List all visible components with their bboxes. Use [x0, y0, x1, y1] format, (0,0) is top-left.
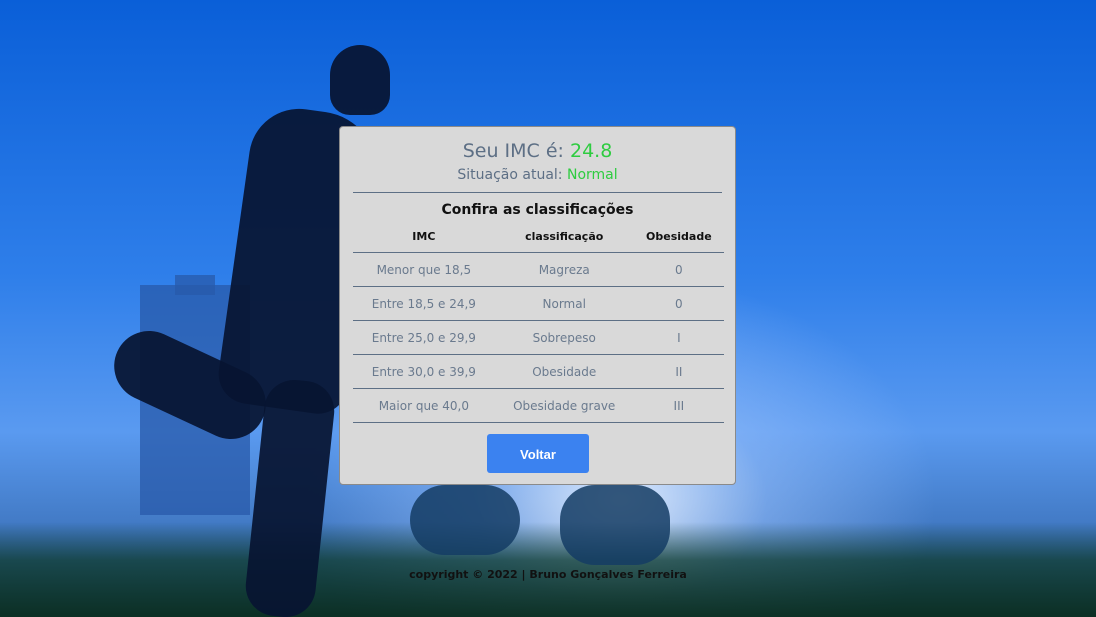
table-title: Confira as classificações: [441, 202, 634, 218]
imc-result-heading: Seu IMC é: 24.8: [340, 140, 735, 162]
cell-obesidade: 0: [633, 252, 724, 287]
runner-leg-3: [560, 485, 670, 565]
cell-imc: Entre 30,0 e 39,9: [353, 354, 495, 389]
cell-obesidade: I: [633, 320, 724, 355]
classification-table: IMC classificação Obesidade Menor que 18…: [353, 220, 724, 423]
table-row: Maior que 40,0 Obesidade grave III: [353, 388, 724, 423]
column-header-obesidade: Obesidade: [633, 220, 724, 253]
imc-label: Seu IMC é:: [462, 140, 564, 162]
table-row: Menor que 18,5 Magreza 0: [353, 252, 724, 287]
cell-classificacao: Sobrepeso: [494, 320, 634, 355]
background-building-top: [175, 275, 215, 295]
cell-imc: Maior que 40,0: [353, 388, 495, 423]
cell-classificacao: Magreza: [494, 252, 634, 287]
column-header-imc: IMC: [353, 220, 495, 253]
situation-value: Normal: [566, 167, 618, 183]
footer-copyright: copyright © 2022 | Bruno Gonçalves Ferre…: [409, 568, 687, 581]
table-row: Entre 30,0 e 39,9 Obesidade II: [353, 354, 724, 389]
table-header-row: IMC classificação Obesidade: [353, 220, 724, 253]
table-row: Entre 18,5 e 24,9 Normal 0: [353, 286, 724, 321]
imc-value: 24.8: [569, 140, 613, 162]
cell-obesidade: 0: [633, 286, 724, 321]
situation-line: Situação atual: Normal: [340, 167, 735, 183]
cell-classificacao: Obesidade grave: [494, 388, 634, 423]
cell-classificacao: Obesidade: [494, 354, 634, 389]
cell-imc: Menor que 18,5: [353, 252, 495, 287]
back-button[interactable]: Voltar: [487, 434, 589, 473]
column-header-classificacao: classificação: [494, 220, 634, 253]
cell-imc: Entre 18,5 e 24,9: [353, 286, 495, 321]
cell-classificacao: Normal: [494, 286, 634, 321]
runner-leg-2: [410, 485, 520, 555]
cell-obesidade: III: [633, 388, 724, 423]
runner-head: [330, 45, 390, 115]
divider: [353, 192, 722, 193]
table-row: Entre 25,0 e 29,9 Sobrepeso I: [353, 320, 724, 355]
cell-obesidade: II: [633, 354, 724, 389]
situation-label: Situação atual:: [457, 167, 563, 183]
cell-imc: Entre 25,0 e 29,9: [353, 320, 495, 355]
result-card: Seu IMC é: 24.8 Situação atual: Normal C…: [339, 126, 736, 485]
